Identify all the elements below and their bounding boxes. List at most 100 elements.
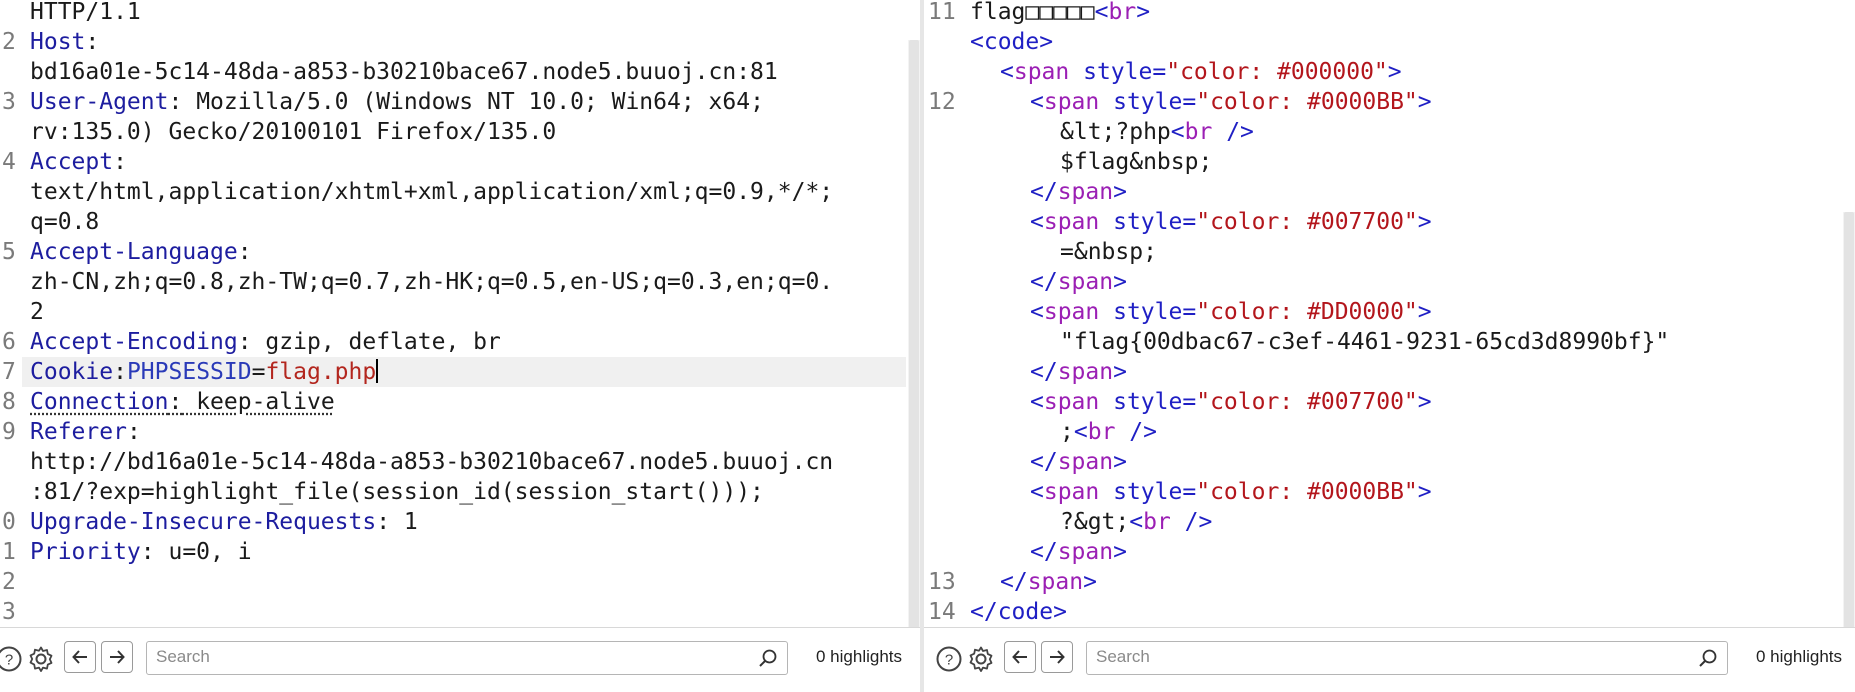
header-key: Referer xyxy=(30,419,127,445)
tag-bracket: /> xyxy=(1129,419,1157,445)
header-colon: : xyxy=(168,389,183,415)
tag-name: span xyxy=(1043,389,1100,415)
header-value: rv:135.0) Gecko/20100101 Firefox/135.0 xyxy=(30,119,557,145)
tag-bracket: < xyxy=(1170,119,1185,145)
response-line: <span style="color: #007700"> xyxy=(1030,387,1432,417)
line-number: 6 xyxy=(2,329,16,355)
response-line: flag□□□□□<br> xyxy=(970,0,1150,27)
tag-bracket: < xyxy=(1073,419,1088,445)
line-number: 9 xyxy=(2,419,16,445)
attr-value: "color: #000000" xyxy=(1166,59,1388,85)
attr-equals: = xyxy=(1182,389,1197,415)
response-line: <span style="color: #000000"> xyxy=(1000,57,1402,87)
response-line: <span style="color: #DD0000"> xyxy=(1030,297,1432,327)
tag-bracket: < xyxy=(1030,479,1044,505)
request-line: http://bd16a01e-5c14-48da-a853-b30210bac… xyxy=(30,447,833,477)
cookie-name: PHPSESSID xyxy=(126,359,252,385)
request-search-box[interactable] xyxy=(146,641,788,675)
response-line: <span style="color: #007700"> xyxy=(1030,207,1432,237)
request-line: User-Agent: Mozilla/5.0 (Windows NT 10.0… xyxy=(30,87,764,117)
next-match-button[interactable] xyxy=(1041,641,1073,673)
header-value: q=0.8 xyxy=(30,209,100,235)
previous-match-button[interactable] xyxy=(64,641,96,673)
tag-name: br xyxy=(1184,119,1213,145)
tag-name: span xyxy=(1057,269,1114,295)
tag-bracket: < xyxy=(1000,59,1014,85)
request-line: Referer: xyxy=(30,417,141,447)
line-number: 12 xyxy=(928,89,956,115)
attr-equals: = xyxy=(1182,209,1197,235)
tag-name: span xyxy=(1043,299,1100,325)
help-icon[interactable]: ? xyxy=(0,644,24,674)
tag-bracket: < xyxy=(1129,509,1144,535)
response-line: </span> xyxy=(1030,357,1127,387)
header-value: http://bd16a01e-5c14-48da-a853-b30210bac… xyxy=(30,449,834,475)
next-match-button[interactable] xyxy=(101,641,133,673)
previous-match-button[interactable] xyxy=(1004,641,1036,673)
help-icon[interactable]: ? xyxy=(934,644,964,674)
response-highlight-count: 0 highlights xyxy=(1756,647,1843,666)
attr-value: "color: #007700" xyxy=(1196,209,1418,235)
response-scrollbar-thumb[interactable] xyxy=(1844,212,1854,628)
request-scrollbar-thumb[interactable] xyxy=(909,40,919,628)
response-search-box[interactable] xyxy=(1086,641,1728,675)
tag-bracket: > xyxy=(1417,389,1432,415)
svg-text:?: ? xyxy=(5,652,13,669)
response-scrollbar[interactable] xyxy=(1843,212,1855,628)
attr-equals: = xyxy=(1182,479,1197,505)
header-colon: : xyxy=(140,539,155,565)
attr-name: style xyxy=(1113,389,1183,415)
response-search-input[interactable] xyxy=(1087,642,1681,672)
tag-bracket: </ xyxy=(1030,269,1058,295)
request-line: Connection: keep-alive xyxy=(30,387,335,417)
response-line: =&nbsp; xyxy=(1060,237,1157,267)
line-number: 13 xyxy=(928,569,956,595)
header-colon: : xyxy=(113,149,127,175)
request-line: Accept: xyxy=(30,147,127,177)
line-number: 3 xyxy=(2,89,16,115)
tag-bracket: > xyxy=(1417,299,1432,325)
tag-name: br xyxy=(1143,509,1171,535)
response-line-flag-value: "flag{00dbac67-c3ef-4461-9231-65cd3d8990… xyxy=(1060,327,1669,357)
header-key: Host xyxy=(30,29,86,55)
header-key: User-Agent xyxy=(30,89,169,115)
header-value: 1 xyxy=(390,509,418,535)
settings-gear-icon[interactable] xyxy=(966,644,996,674)
request-search-input[interactable] xyxy=(147,642,741,672)
tag-name: code xyxy=(997,599,1054,625)
tag-bracket: > xyxy=(1136,0,1151,25)
response-line: &lt;?php<br /> xyxy=(1060,117,1254,147)
request-line: Accept-Encoding: gzip, deflate, br xyxy=(30,327,501,357)
cookie-equals: = xyxy=(251,359,266,385)
tag-name: span xyxy=(1043,209,1100,235)
tag-bracket: </ xyxy=(1000,569,1028,595)
request-line: q=0.8 xyxy=(30,207,99,237)
header-value: u=0, i xyxy=(154,539,252,565)
request-editor-pane[interactable]: 2 3 4 5 6 7 8 9 0 1 2 3 HTTP/1.1 Host: b… xyxy=(0,0,920,692)
settings-gear-icon[interactable] xyxy=(26,644,56,674)
tag-bracket: </ xyxy=(970,599,998,625)
line-number: 8 xyxy=(2,389,16,415)
request-protocol: HTTP/1.1 xyxy=(30,0,141,25)
line-number: 11 xyxy=(928,0,956,25)
tag-name: span xyxy=(1057,179,1114,205)
tag-bracket: > xyxy=(1083,569,1097,595)
cookie-value: flag.php xyxy=(265,359,377,385)
request-line: text/html,application/xhtml+xml,applicat… xyxy=(30,177,833,207)
tag-bracket: > xyxy=(1053,599,1067,625)
line-number: 14 xyxy=(928,599,956,625)
request-line: Upgrade-Insecure-Requests: 1 xyxy=(30,507,418,537)
header-value: gzip, deflate, br xyxy=(251,329,501,355)
request-scrollbar[interactable] xyxy=(908,40,920,628)
tag-bracket: > xyxy=(1113,539,1127,565)
header-key: Accept-Encoding xyxy=(30,329,238,355)
response-viewer-pane[interactable]: 11 12 13 14 flag□□□□□<br> <code> <span s… xyxy=(924,0,1855,692)
line-number: 2 xyxy=(2,569,16,595)
tag-bracket: < xyxy=(1030,89,1044,115)
line-number: 0 xyxy=(2,509,16,535)
tag-name: span xyxy=(1057,359,1114,385)
svg-text:?: ? xyxy=(945,652,953,669)
request-line: Priority: u=0, i xyxy=(30,537,252,567)
header-value: bd16a01e-5c14-48da-a853-b30210bace67.nod… xyxy=(30,59,778,85)
request-line-cookie[interactable]: Cookie:PHPSESSID=flag.php xyxy=(30,357,379,387)
